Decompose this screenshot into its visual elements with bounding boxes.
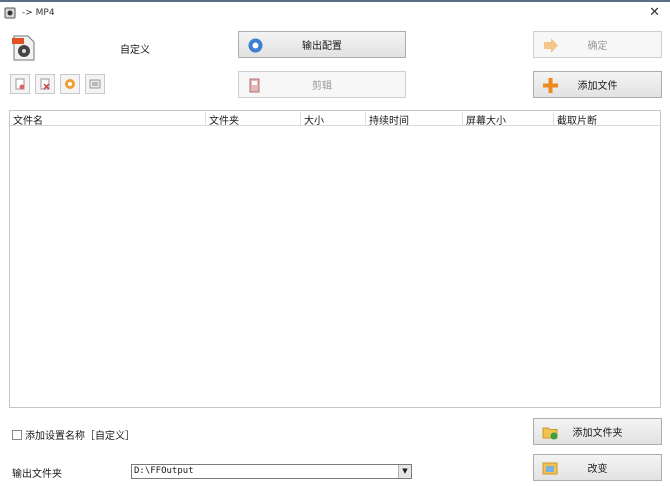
add-setting-name-label: 添加设置名称［自定义］ (25, 431, 135, 442)
column-header-size[interactable]: 大小 (301, 112, 366, 127)
add-setting-name-option[interactable]: 添加设置名称［自定义］ (12, 427, 135, 442)
column-header-duration[interactable]: 持续时间 (366, 112, 463, 127)
info-card-icon (89, 79, 101, 89)
close-icon[interactable]: ✕ (649, 5, 660, 20)
column-header-filename[interactable]: 文件名 (10, 112, 206, 127)
mp4-format-icon (12, 35, 35, 61)
add-file-button[interactable]: 添加文件 (533, 71, 662, 98)
output-config-button[interactable]: 输出配置 (238, 31, 406, 58)
film-clip-icon (249, 78, 260, 93)
plus-icon (543, 78, 558, 93)
window-title: -> MP4 (22, 8, 55, 18)
column-header-clip-segment[interactable]: 截取片断 (554, 112, 654, 127)
arrow-right-icon (544, 38, 558, 53)
add-folder-button[interactable]: 添加文件夹 (533, 418, 662, 445)
add-page-button[interactable] (10, 74, 30, 94)
play-circle-icon (65, 79, 75, 89)
delete-page-icon (40, 78, 50, 90)
chevron-down-icon[interactable]: ▼ (398, 465, 411, 478)
small-toolbar (10, 74, 105, 94)
delete-page-button[interactable] (35, 74, 55, 94)
gear-icon (248, 38, 263, 53)
play-button[interactable] (60, 74, 80, 94)
output-folder-select[interactable]: D:\FFOutput ▼ (131, 464, 412, 479)
file-list[interactable]: 文件名 文件夹 大小 持续时间 屏幕大小 截取片断 (9, 110, 661, 408)
title-bar: -> MP4 ✕ (0, 0, 670, 24)
preset-label: 自定义 (120, 45, 150, 56)
add-setting-name-checkbox[interactable] (12, 429, 22, 440)
column-header-screen-size[interactable]: 屏幕大小 (463, 112, 554, 127)
column-header-folder[interactable]: 文件夹 (206, 112, 301, 127)
folder-add-icon (542, 427, 558, 440)
add-page-icon (15, 78, 25, 90)
file-list-header: 文件名 文件夹 大小 持续时间 屏幕大小 截取片断 (10, 111, 660, 127)
info-button[interactable] (85, 74, 105, 94)
image-folder-icon (542, 462, 558, 475)
app-icon (4, 7, 16, 19)
confirm-button[interactable]: 确定 (533, 31, 662, 58)
clip-button[interactable]: 剪辑 (238, 71, 406, 98)
output-folder-label: 输出文件夹 (12, 469, 62, 480)
change-button[interactable]: 改变 (533, 454, 662, 481)
output-folder-value: D:\FFOutput (134, 466, 194, 476)
